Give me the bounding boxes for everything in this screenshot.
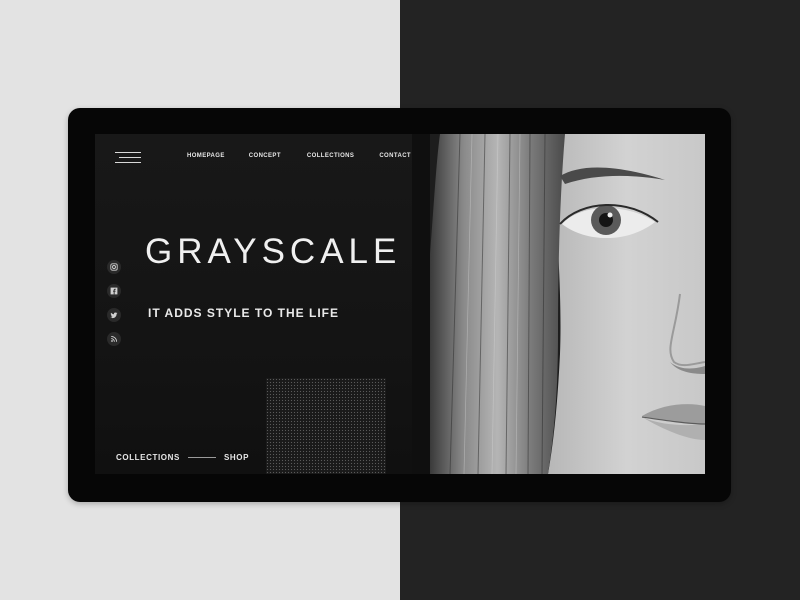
rss-button[interactable] (107, 332, 121, 346)
dot-pattern-decoration (266, 378, 386, 474)
hamburger-menu-icon[interactable] (115, 152, 141, 166)
twitter-button[interactable] (107, 308, 121, 322)
nav-contact[interactable]: CONTACT (379, 153, 411, 159)
twitter-icon (110, 312, 118, 319)
hero-portrait-image (430, 134, 705, 474)
bottom-links: COLLECTIONS SHOP (116, 453, 249, 462)
brand-title: GRAYSCALE (145, 232, 402, 271)
instagram-button[interactable] (107, 260, 121, 274)
collections-link[interactable]: COLLECTIONS (116, 453, 180, 462)
instagram-icon (110, 263, 118, 271)
website-screen: HOMEPAGE CONCEPT COLLECTIONS CONTACT GRA… (95, 134, 705, 474)
rss-icon (111, 335, 118, 342)
shop-link[interactable]: SHOP (224, 453, 249, 462)
nav-concept[interactable]: CONCEPT (249, 153, 281, 159)
nav-collections[interactable]: COLLECTIONS (307, 153, 354, 159)
left-content-panel: HOMEPAGE CONCEPT COLLECTIONS CONTACT GRA… (95, 134, 412, 474)
link-divider-line (187, 457, 216, 458)
facebook-icon (110, 287, 118, 295)
facebook-button[interactable] (107, 284, 121, 298)
hero-tagline: IT ADDS STYLE TO THE LIFE (148, 306, 340, 320)
main-navigation: HOMEPAGE CONCEPT COLLECTIONS CONTACT (187, 153, 411, 159)
divider-strip (412, 134, 430, 474)
portrait-illustration (430, 134, 705, 474)
nav-homepage[interactable]: HOMEPAGE (187, 153, 225, 159)
device-frame: HOMEPAGE CONCEPT COLLECTIONS CONTACT GRA… (68, 108, 731, 502)
